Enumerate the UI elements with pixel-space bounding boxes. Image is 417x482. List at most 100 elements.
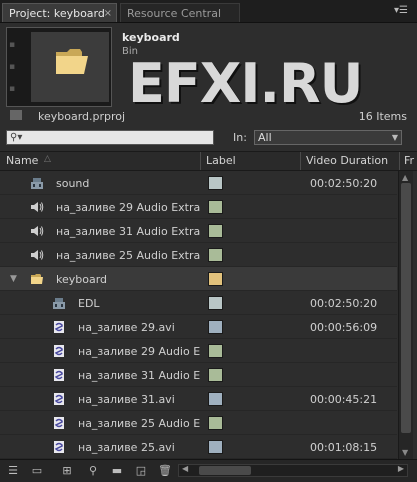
scrollbar-thumb[interactable] — [199, 466, 251, 475]
column-divider[interactable] — [399, 152, 400, 170]
bin-name: keyboard — [122, 31, 180, 44]
in-label: In: — [233, 131, 247, 144]
video-file-icon — [52, 416, 66, 430]
item-video-duration: 00:00:56:09 — [310, 321, 378, 334]
list-item[interactable]: EDL 00:02:50:20 — [0, 291, 397, 315]
item-name: на_заливе 29.avi — [78, 321, 175, 334]
in-filter-value: All — [258, 131, 272, 144]
column-divider[interactable] — [200, 152, 201, 170]
close-icon[interactable]: × — [104, 4, 112, 23]
item-name: на_заливе 25 Audio E — [78, 417, 201, 430]
column-name[interactable]: Name — [6, 154, 38, 167]
thumbnail-frame — [31, 32, 109, 102]
scroll-down-icon[interactable]: ▼ — [402, 448, 408, 457]
column-frame-rate[interactable]: Fr — [404, 154, 414, 167]
items-count: 16 Items — [358, 110, 407, 123]
icon-view-icon[interactable]: ▭ — [30, 464, 44, 477]
item-name: на_заливе 31 Audio Extra — [56, 225, 201, 238]
label-color-swatch[interactable] — [208, 224, 223, 238]
item-name: sound — [56, 177, 90, 190]
item-name: на_заливе 29 Audio E — [78, 345, 201, 358]
tab-resource-label: Resource Central — [127, 7, 221, 20]
label-color-swatch[interactable] — [208, 440, 223, 454]
scroll-right-icon[interactable]: ▶ — [398, 464, 404, 473]
scroll-left-icon[interactable]: ◀ — [182, 464, 188, 473]
label-color-swatch[interactable] — [208, 296, 223, 310]
project-toolbar: ☰ ▭ ⊞ ⚲ ▬ ◲ 🗑 ◀ ▶ — [0, 459, 417, 482]
video-file-icon — [52, 320, 66, 334]
label-color-swatch[interactable] — [208, 344, 223, 358]
list-item[interactable]: на_заливе 31.avi 00:00:45:21 — [0, 387, 397, 411]
label-color-swatch[interactable] — [208, 320, 223, 334]
item-video-duration: 00:02:50:20 — [310, 177, 378, 190]
scroll-up-icon[interactable]: ▲ — [402, 173, 408, 182]
video-file-icon — [52, 392, 66, 406]
automate-to-sequence-icon[interactable]: ⊞ — [60, 464, 74, 477]
find-icon[interactable]: ⚲ — [86, 464, 100, 477]
disclosure-triangle-icon[interactable]: ▼ — [10, 274, 17, 284]
in-filter-select[interactable]: All ▼ — [254, 130, 402, 145]
list-view-icon[interactable]: ☰ — [6, 464, 20, 477]
sort-ascending-icon: △ — [44, 154, 51, 164]
scrollbar-thumb[interactable] — [401, 183, 411, 433]
item-name: на_заливе 31.avi — [78, 393, 175, 406]
new-bin-icon[interactable]: ▬ — [110, 464, 124, 477]
item-name: EDL — [78, 297, 100, 310]
new-item-icon[interactable]: ◲ — [134, 464, 148, 477]
horizontal-scrollbar[interactable]: ◀ ▶ — [178, 464, 408, 477]
project-file-name: keyboard.prproj — [38, 110, 126, 123]
thumbnail-side-marker: ▪ — [9, 84, 16, 94]
list-item[interactable]: на_заливе 25.avi 00:01:08:15 — [0, 435, 397, 459]
search-icon[interactable]: ⚲▾ — [10, 131, 22, 144]
item-name: на_заливе 25.avi — [78, 441, 175, 454]
chevron-down-icon: ▼ — [391, 133, 398, 142]
item-video-duration: 00:00:45:21 — [310, 393, 378, 406]
vertical-scrollbar[interactable]: ▲ ▼ — [398, 171, 413, 459]
item-video-duration: 00:02:50:20 — [310, 297, 378, 310]
list-item[interactable]: на_заливе 29 Audio E — [0, 339, 397, 363]
list-item[interactable]: на_заливе 25 Audio Extra — [0, 243, 397, 267]
label-color-swatch[interactable] — [208, 416, 223, 430]
bin-thumbnail: ▪ ▪ ▪ — [6, 27, 112, 107]
list-item[interactable]: на_заливе 31 Audio Extra — [0, 219, 397, 243]
tab-project[interactable]: Project: keyboard × — [2, 3, 117, 22]
list-item[interactable]: ▼ keyboard — [0, 267, 397, 291]
label-color-swatch[interactable] — [208, 176, 223, 190]
audio-icon — [30, 200, 44, 214]
list-item[interactable]: на_заливе 25 Audio E — [0, 411, 397, 435]
sequence-icon — [30, 176, 44, 190]
project-item-list: sound 00:02:50:20 на_заливе 29 Audio Extra… — [0, 171, 397, 459]
label-color-swatch[interactable] — [208, 392, 223, 406]
list-item[interactable]: на_заливе 31 Audio E — [0, 363, 397, 387]
list-item[interactable]: на_заливе 29 Audio Extra — [0, 195, 397, 219]
column-header-row: Name △ Label Video Duration Fr — [0, 151, 417, 171]
folder-icon — [30, 272, 44, 286]
panel-tab-bar: Project: keyboard × Resource Central ▾☰ — [0, 0, 417, 23]
folder-icon — [56, 49, 88, 74]
thumbnail-side-marker: ▪ — [9, 62, 16, 72]
tab-resource-central[interactable]: Resource Central — [120, 3, 240, 22]
search-input[interactable]: ⚲▾ — [6, 130, 214, 145]
label-color-swatch[interactable] — [208, 200, 223, 214]
item-video-duration: 00:01:08:15 — [310, 441, 378, 454]
video-file-icon — [52, 440, 66, 454]
video-file-icon — [52, 344, 66, 358]
list-item[interactable]: sound 00:02:50:20 — [0, 171, 397, 195]
sequence-icon — [52, 296, 66, 310]
panel-menu-icon[interactable]: ▾☰ — [391, 4, 411, 18]
label-color-swatch[interactable] — [208, 272, 223, 286]
column-label[interactable]: Label — [206, 154, 236, 167]
item-name: на_заливе 31 Audio E — [78, 369, 201, 382]
item-name: keyboard — [56, 273, 108, 286]
column-divider[interactable] — [300, 152, 301, 170]
clear-icon[interactable]: 🗑 — [158, 464, 172, 477]
thumbnail-side-marker: ▪ — [9, 40, 16, 50]
audio-icon — [30, 224, 44, 238]
label-color-swatch[interactable] — [208, 248, 223, 262]
video-file-icon — [52, 368, 66, 382]
column-video-duration[interactable]: Video Duration — [306, 154, 388, 167]
project-file-icon — [10, 110, 22, 120]
watermark: EFXI.RU — [128, 52, 363, 115]
list-item[interactable]: на_заливе 29.avi 00:00:56:09 — [0, 315, 397, 339]
label-color-swatch[interactable] — [208, 368, 223, 382]
